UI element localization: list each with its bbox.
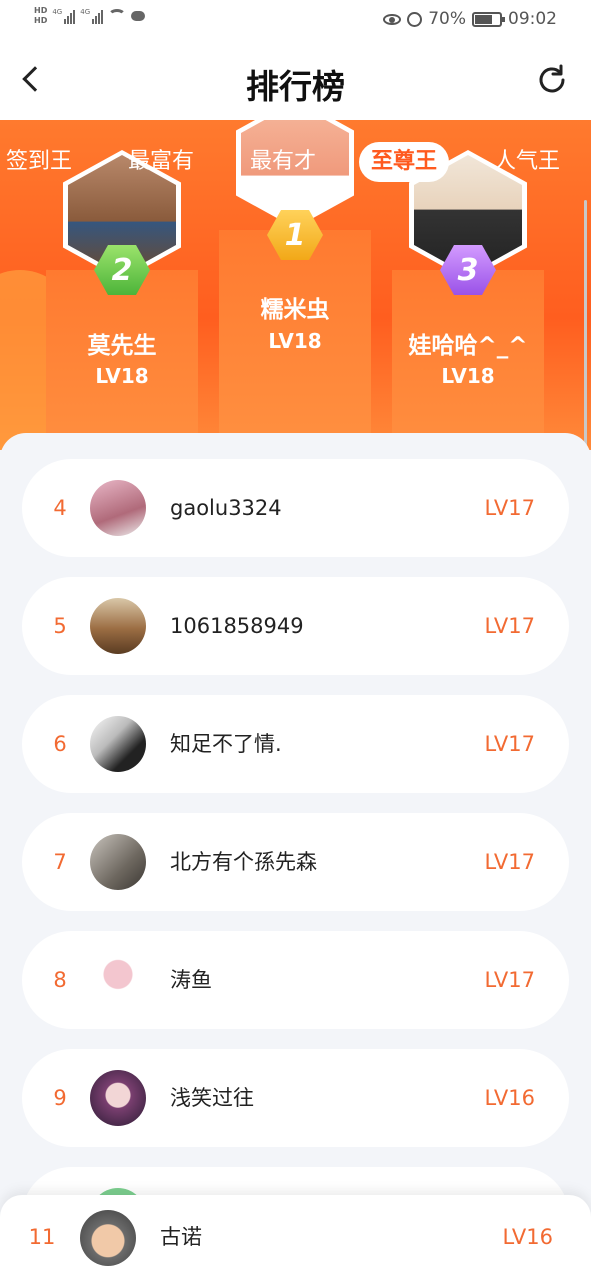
avatar[interactable] <box>90 716 146 772</box>
podium: 2 莫先生 LV18 1 糯米虫 LV18 3 娃哈哈^_^ LV18 签到王 … <box>0 120 591 450</box>
podium-name-1: 糯米虫 <box>260 297 330 323</box>
user-level: LV17 <box>484 968 535 992</box>
rank-number: 4 <box>53 496 67 520</box>
category-tabs: 签到王 最富有 最有才 至尊王 人气王 <box>0 142 591 182</box>
status-left: HD HD 4G 4G <box>34 6 146 26</box>
hd-indicator: HD HD <box>34 6 47 26</box>
clock: 09:02 <box>508 9 557 29</box>
avatar[interactable] <box>90 480 146 536</box>
tab-talent[interactable]: 最有才 <box>250 142 316 182</box>
user-name: 浅笑过往 <box>170 1086 254 1110</box>
network-label-2: 4G <box>80 8 91 16</box>
tab-popular[interactable]: 人气王 <box>494 142 560 182</box>
my-rank-number: 11 <box>28 1225 56 1249</box>
signal-icon-2: 4G <box>80 8 104 24</box>
tab-richest[interactable]: 最富有 <box>128 142 194 182</box>
battery-percent: 70% <box>428 9 466 29</box>
avatar[interactable] <box>90 834 146 890</box>
page-title: 排行榜 <box>246 67 345 106</box>
refresh-icon[interactable] <box>535 63 569 97</box>
podium-column-2 <box>46 270 198 450</box>
tab-checkin[interactable]: 签到王 <box>6 142 72 182</box>
podium-name-3: 娃哈哈^_^ <box>408 333 528 359</box>
signal-icon-1: 4G <box>52 8 76 24</box>
hd-label-2: HD <box>34 16 48 25</box>
podium-name-2: 莫先生 <box>87 333 157 359</box>
list-item[interactable]: 6 知足不了情. LV17 <box>22 695 569 793</box>
podium-level-2: LV18 <box>95 364 149 388</box>
rank-number: 6 <box>53 732 67 756</box>
cloud-icon <box>131 11 146 21</box>
network-label-1: 4G <box>52 8 63 16</box>
user-level: LV17 <box>484 496 535 520</box>
alarm-icon <box>407 11 423 27</box>
my-level: LV16 <box>502 1225 553 1249</box>
list-item[interactable]: 5 1061858949 LV17 <box>22 577 569 675</box>
my-avatar[interactable] <box>80 1210 136 1266</box>
header: 排行榜 <box>0 42 591 120</box>
rank-number: 8 <box>53 968 67 992</box>
avatar[interactable] <box>90 952 146 1008</box>
user-name: 知足不了情. <box>170 732 282 756</box>
list-item[interactable]: 8 涛鱼 LV17 <box>22 931 569 1029</box>
user-name: gaolu3324 <box>170 496 282 520</box>
eye-icon <box>383 13 402 25</box>
avatar[interactable] <box>90 598 146 654</box>
rank-number: 9 <box>53 1086 67 1110</box>
list-item[interactable]: 9 浅笑过往 LV16 <box>22 1049 569 1147</box>
user-level: LV17 <box>484 614 535 638</box>
user-level: LV17 <box>484 732 535 756</box>
tab-supreme[interactable]: 至尊王 <box>359 142 450 182</box>
hd-label-1: HD <box>34 6 48 15</box>
user-level: LV17 <box>484 850 535 874</box>
podium-level-3: LV18 <box>441 364 495 388</box>
battery-icon <box>472 11 505 27</box>
my-rank-bar[interactable]: 11 古诺 LV16 <box>0 1195 591 1280</box>
rank-number: 5 <box>53 614 67 638</box>
my-name: 古诺 <box>160 1225 202 1249</box>
status-bar: HD HD 4G 4G 70% 09:02 <box>0 0 591 42</box>
user-level: LV16 <box>484 1086 535 1110</box>
user-name: 1061858949 <box>170 614 304 638</box>
avatar[interactable] <box>90 1070 146 1126</box>
wifi-icon <box>108 9 127 23</box>
rank-number: 7 <box>53 850 67 874</box>
user-name: 涛鱼 <box>170 968 212 992</box>
ranking-list: 4 gaolu3324 LV17 5 1061858949 LV17 6 知足不… <box>0 433 591 1280</box>
podium-level-1: LV18 <box>268 329 322 353</box>
podium-column-3 <box>392 270 544 450</box>
list-item[interactable]: 4 gaolu3324 LV17 <box>22 459 569 557</box>
user-name: 北方有个孫先森 <box>170 850 317 874</box>
list-item[interactable]: 7 北方有个孫先森 LV17 <box>22 813 569 911</box>
status-right: 70% 09:02 <box>383 9 557 29</box>
